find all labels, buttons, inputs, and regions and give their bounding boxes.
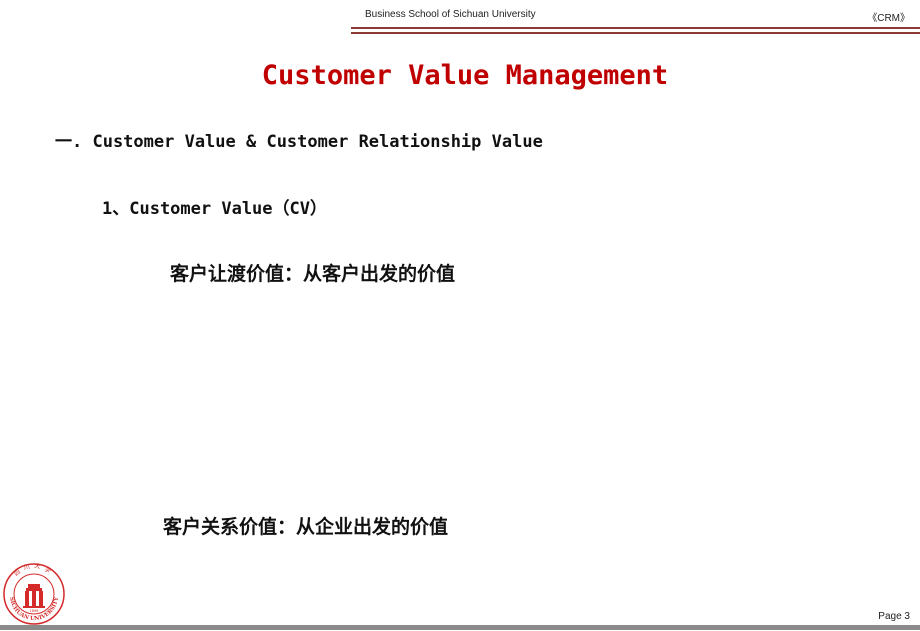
point-customer-delivered-value: 客户让渡价值：从客户出发的价值	[170, 263, 456, 285]
logo-year: 1896	[30, 609, 39, 613]
header-course: 《CRM》	[867, 13, 910, 24]
page-number: Page 3	[878, 611, 910, 622]
header-institution: Business School of Sichuan University	[365, 9, 536, 20]
footer-bar	[0, 625, 920, 630]
section-heading: 一. Customer Value & Customer Relationshi…	[55, 132, 543, 152]
slide-title: Customer Value Management	[261, 60, 669, 91]
subsection-heading: 1、Customer Value（CV）	[102, 199, 327, 219]
point-customer-relationship-value: 客户关系价值：从企业出发的价值	[163, 516, 449, 538]
header-rule-bottom	[351, 32, 920, 34]
university-logo-icon: 1896 SICHUAN UNIVERSITY 四川大学	[2, 562, 66, 626]
header-rule-top	[351, 27, 920, 29]
